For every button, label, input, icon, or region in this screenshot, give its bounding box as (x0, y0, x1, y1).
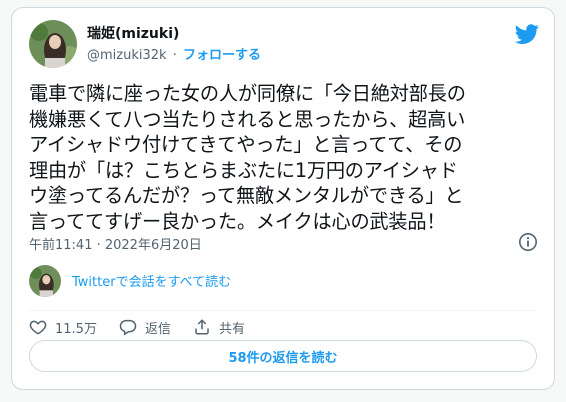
like-count: 11.5万 (55, 321, 97, 337)
like-button[interactable]: 11.5万 (29, 318, 97, 337)
read-replies-button[interactable]: 58件の返信を読む (29, 340, 537, 372)
info-icon[interactable] (518, 232, 538, 252)
twitter-bird-icon[interactable] (515, 22, 539, 46)
reply-label: 返信 (144, 321, 171, 337)
reply-bubble-icon (119, 319, 137, 336)
share-icon (195, 319, 209, 335)
author-avatar[interactable] (29, 20, 77, 68)
share-button[interactable]: 共有 (193, 318, 245, 337)
author-display-name[interactable]: 瑞姫(mizuki) (87, 23, 179, 43)
tweet-line: 電車で隣に座った女の人が同僚に「今日絶対部長の (29, 82, 466, 105)
tweet-line: 理由が「は？こちとらまぶたに1万円のアイシャド (29, 158, 458, 182)
avatar-photo (29, 20, 77, 68)
follow-button[interactable]: フォローする (183, 48, 261, 63)
heart-icon (29, 320, 47, 335)
author-handle[interactable]: @mizuki32k (87, 48, 167, 63)
separator-dot: · (172, 48, 177, 63)
divider (29, 310, 537, 311)
tweet-timestamp[interactable]: 午前11:41 · 2022年6月20日 (29, 234, 202, 253)
tweet-line: 機嫌悪くて八つ当たりされると思ったから、超高い (29, 107, 466, 131)
read-conversation-link[interactable]: Twitterで会話をすべて読む (72, 271, 231, 290)
avatar-photo (29, 265, 61, 297)
reply-button[interactable]: 返信 (119, 318, 171, 337)
tweet-line: アイシャドウ付けてきてやった」と言ってて、その (29, 133, 463, 156)
tweet-text: 電車で隣に座った女の人が同僚に「今日絶対部長の 機嫌悪くて八つ当たりされると思っ… (29, 81, 537, 234)
tweet-embed-card: 瑞姫(mizuki) @mizuki32k · フォローする 電車で隣に座った女… (11, 7, 555, 390)
tweet-line: ウ塗ってるんだが？って無敵メンタルができる」と (29, 184, 464, 207)
conversation-avatar[interactable] (29, 265, 61, 297)
action-bar: 11.5万 返信 共有 (29, 314, 267, 340)
author-handle-row: @mizuki32k · フォローする (87, 44, 261, 63)
tweet-line: 言っててすげー良かった。メイクは心の武装品！ (29, 209, 446, 233)
share-label: 共有 (218, 321, 245, 337)
